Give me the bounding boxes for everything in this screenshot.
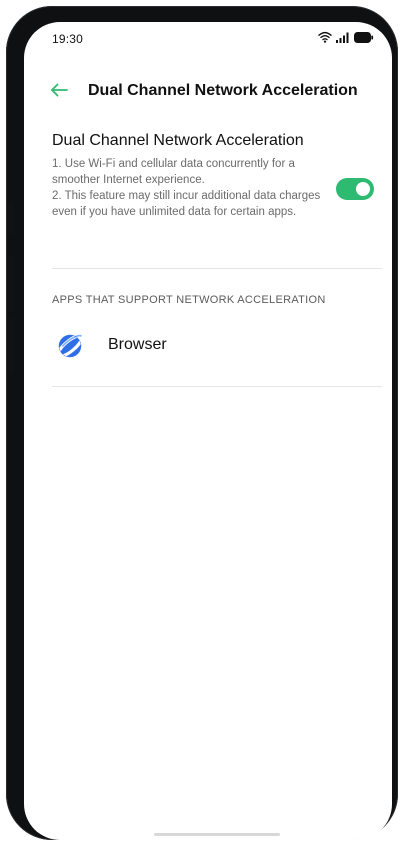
status-time: 19:30 [52,32,84,46]
back-arrow-icon [49,82,69,103]
setting-description: 1. Use Wi-Fi and cellular data concurren… [52,156,324,220]
browser-planet-icon [54,330,86,362]
volume-up-button [8,256,14,312]
wifi-icon [318,31,332,43]
status-icons [318,31,374,43]
page-title: Dual Channel Network Acceleration [88,82,358,99]
section-header: APPS THAT SUPPORT NETWORK ACCELERATION [52,294,326,306]
setting-title: Dual Channel Network Acceleration [52,132,304,149]
phone-frame: 19:30 Dual Channel Network Acceleration … [6,6,398,840]
app-label: Browser [108,336,167,353]
signal-icon [336,32,350,43]
home-indicator[interactable] [154,833,280,836]
screen: 19:30 Dual Channel Network Acceleration … [24,22,392,840]
divider [52,268,382,269]
app-bar: Dual Channel Network Acceleration [24,74,392,110]
side-button [8,204,14,234]
dual-channel-setting: Dual Channel Network Acceleration 1. Use… [52,132,384,220]
list-item-browser[interactable]: Browser [52,322,382,370]
setting-description-line-2: 2. This feature may still incur addition… [52,190,321,218]
volume-down-button [8,318,14,374]
back-button[interactable] [46,80,72,104]
setting-description-line-1: 1. Use Wi-Fi and cellular data concurren… [52,158,295,186]
dual-channel-toggle[interactable] [336,178,374,200]
toggle-knob [356,182,370,196]
battery-icon [354,31,374,43]
divider [52,386,382,387]
status-bar: 19:30 [24,22,392,54]
